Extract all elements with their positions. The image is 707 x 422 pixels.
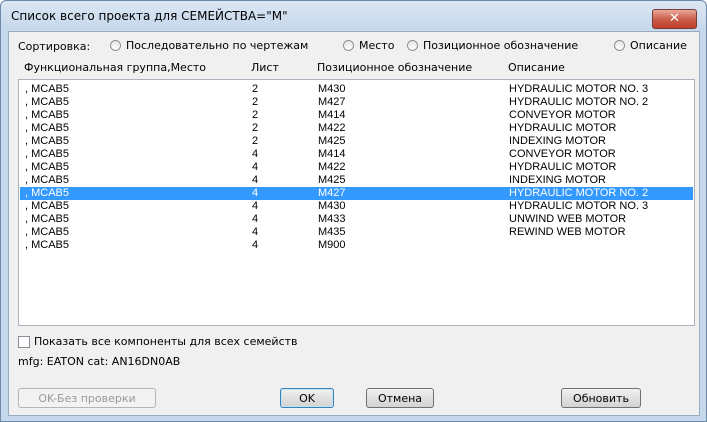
cell-sheet: 4 (252, 213, 259, 225)
cell-loc: , MCAB5 (25, 213, 70, 225)
cell-tag: M430 (318, 83, 346, 95)
radio-label: Последовательно по чертежам (126, 39, 309, 52)
cell-sheet: 4 (252, 226, 259, 238)
cell-tag: M422 (318, 161, 346, 173)
cell-loc: , MCAB5 (25, 161, 70, 173)
table-row[interactable]: , MCAB5 2 M430 HYDRAULIC MOTOR NO. 3 (20, 83, 693, 96)
cell-tag: M425 (318, 135, 346, 147)
table-row[interactable]: , MCAB5 2 M422 HYDRAULIC MOTOR (20, 122, 693, 135)
cell-tag: M427 (318, 187, 346, 199)
cell-loc: , MCAB5 (25, 83, 70, 95)
cell-desc: HYDRAULIC MOTOR NO. 3 (509, 83, 649, 95)
cell-desc: HYDRAULIC MOTOR (509, 122, 617, 134)
table-row[interactable]: , MCAB5 4 M425 INDEXING MOTOR (20, 174, 693, 187)
checkbox-label: Показать все компоненты для всех семейст… (34, 335, 298, 348)
cell-loc: , MCAB5 (25, 135, 70, 147)
cell-desc: HYDRAULIC MOTOR (509, 161, 617, 173)
radio-button-icon (343, 40, 354, 51)
table-row[interactable]: , MCAB5 4 M430 HYDRAULIC MOTOR NO. 3 (20, 200, 693, 213)
cell-tag: M435 (318, 226, 346, 238)
sort-radio-description[interactable]: Описание (614, 39, 687, 52)
cell-desc: INDEXING MOTOR (509, 135, 606, 147)
cell-desc: INDEXING MOTOR (509, 174, 606, 186)
cell-sheet: 4 (252, 174, 259, 186)
show-all-checkbox[interactable]: Показать все компоненты для всех семейст… (18, 335, 298, 348)
dialog-body: Сортировка: Последовательно по чертежам … (8, 31, 700, 416)
cell-desc: HYDRAULIC MOTOR NO. 2 (509, 96, 649, 108)
cell-desc: CONVEYOR MOTOR (509, 148, 616, 160)
table-row[interactable]: , MCAB5 2 M414 CONVEYOR MOTOR (20, 109, 693, 122)
radio-label: Место (359, 39, 395, 52)
mfg-cat-info: mfg: EATON cat: AN16DN0AB (18, 355, 181, 368)
cell-desc: HYDRAULIC MOTOR NO. 3 (509, 200, 649, 212)
sort-radio-sequential[interactable]: Последовательно по чертежам (110, 39, 308, 52)
sort-label: Сортировка: (18, 40, 91, 53)
sort-radio-location[interactable]: Место (343, 39, 394, 52)
cell-tag: M425 (318, 174, 346, 186)
component-list[interactable]: , MCAB5 2 M430 HYDRAULIC MOTOR NO. 3, MCAB5… (18, 79, 695, 326)
cell-tag: M900 (318, 239, 346, 251)
cell-loc: , MCAB5 (25, 174, 70, 186)
column-header-location[interactable]: Функциональная группа,Место (24, 61, 206, 74)
cell-loc: , MCAB5 (25, 187, 70, 199)
title-bar: Список всего проекта для СЕМЕЙСТВА="M" ✕ (1, 1, 706, 31)
cell-desc: HYDRAULIC MOTOR NO. 2 (509, 187, 649, 199)
cell-loc: , MCAB5 (25, 148, 70, 160)
column-header-tag[interactable]: Позиционное обозначение (317, 61, 472, 74)
cell-tag: M414 (318, 109, 346, 121)
column-header-sheet[interactable]: Лист (251, 61, 279, 74)
close-icon: ✕ (669, 11, 680, 26)
cell-loc: , MCAB5 (25, 200, 70, 212)
refresh-button[interactable]: Обновить (561, 388, 641, 408)
close-button[interactable]: ✕ (652, 9, 697, 29)
cell-sheet: 2 (252, 122, 259, 134)
table-row[interactable]: , MCAB5 4 M414 CONVEYOR MOTOR (20, 148, 693, 161)
table-row[interactable]: , MCAB5 2 M425 INDEXING MOTOR (20, 135, 693, 148)
dialog-window: Список всего проекта для СЕМЕЙСТВА="M" ✕… (0, 0, 707, 422)
cell-sheet: 4 (252, 148, 259, 160)
table-row[interactable]: , MCAB5 2 M427 HYDRAULIC MOTOR NO. 2 (20, 96, 693, 109)
cell-sheet: 4 (252, 187, 259, 199)
cell-desc: REWIND WEB MOTOR (509, 226, 626, 238)
sort-radio-tag[interactable]: Позиционное обозначение (407, 39, 578, 52)
cell-loc: , MCAB5 (25, 239, 70, 251)
ok-button[interactable]: OK (280, 388, 334, 408)
cell-loc: , MCAB5 (25, 122, 70, 134)
radio-button-icon (110, 40, 121, 51)
cell-tag: M427 (318, 96, 346, 108)
radio-button-icon (407, 40, 418, 51)
sort-options: Сортировка: Последовательно по чертежам … (18, 39, 694, 55)
table-row[interactable]: , MCAB5 4 M427 HYDRAULIC MOTOR NO. 2 (20, 187, 693, 200)
cell-sheet: 4 (252, 161, 259, 173)
cell-tag: M430 (318, 200, 346, 212)
radio-label: Позиционное обозначение (423, 39, 579, 52)
cell-sheet: 4 (252, 200, 259, 212)
cell-loc: , MCAB5 (25, 226, 70, 238)
cell-sheet: 2 (252, 96, 259, 108)
cell-desc: CONVEYOR MOTOR (509, 109, 616, 121)
cell-loc: , MCAB5 (25, 109, 70, 121)
cell-tag: M422 (318, 122, 346, 134)
cell-tag: M433 (318, 213, 346, 225)
table-row[interactable]: , MCAB5 4 M435 REWIND WEB MOTOR (20, 226, 693, 239)
cell-sheet: 4 (252, 239, 259, 251)
table-row[interactable]: , MCAB5 4 M433 UNWIND WEB MOTOR (20, 213, 693, 226)
table-row[interactable]: , MCAB5 4 M900 (20, 239, 693, 252)
cancel-button[interactable]: Отмена (366, 388, 434, 408)
radio-button-icon (614, 40, 625, 51)
checkbox-icon (18, 335, 30, 348)
cell-sheet: 2 (252, 135, 259, 147)
cell-loc: , MCAB5 (25, 96, 70, 108)
column-header-description[interactable]: Описание (508, 61, 565, 74)
ok-no-verify-button[interactable]: OK-Без проверки (18, 388, 156, 408)
window-title: Список всего проекта для СЕМЕЙСТВА="M" (11, 9, 288, 23)
radio-label: Описание (630, 39, 687, 52)
cell-desc: UNWIND WEB MOTOR (509, 213, 627, 225)
table-row[interactable]: , MCAB5 4 M422 HYDRAULIC MOTOR (20, 161, 693, 174)
cell-tag: M414 (318, 148, 346, 160)
cell-sheet: 2 (252, 83, 259, 95)
cell-sheet: 2 (252, 109, 259, 121)
